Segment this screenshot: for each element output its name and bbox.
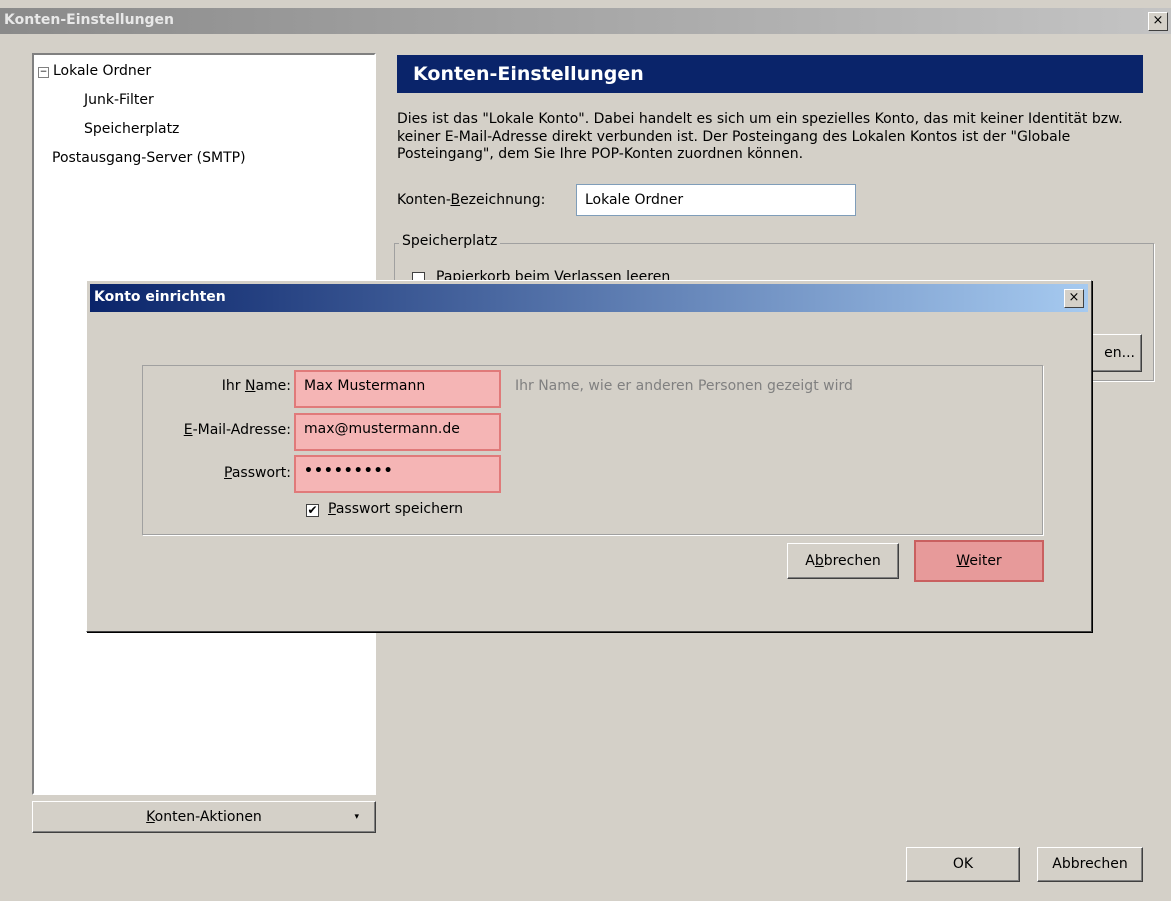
window-close-button[interactable]: × (1148, 12, 1168, 31)
dialog-close-button[interactable]: × (1064, 289, 1084, 308)
name-field[interactable]: Max Mustermann (294, 370, 501, 408)
tree-item-speicherplatz[interactable]: Speicherplatz (84, 121, 179, 137)
cancel-button[interactable]: Abbrechen (1037, 847, 1143, 882)
checkmark-icon: ✔ (307, 503, 318, 517)
tree-item-label: Junk-Filter (84, 92, 154, 108)
tree-item-smtp[interactable]: Postausgang-Server (SMTP) (52, 150, 246, 166)
password-label: Passwort: (224, 465, 291, 481)
ok-button[interactable]: OK (906, 847, 1020, 882)
name-hint: Ihr Name, wie er anderen Personen gezeig… (515, 378, 853, 394)
save-password-label: Passwort speichern (328, 501, 463, 517)
dialog-title: Konto einrichten (94, 289, 226, 305)
storage-legend: Speicherplatz (399, 233, 501, 249)
next-button[interactable]: Weiter (914, 540, 1044, 582)
close-icon: × (1068, 290, 1080, 305)
panel-header: Konten-Einstellungen (397, 55, 1143, 93)
email-label: E-Mail-Adresse: (183, 422, 291, 438)
close-icon: × (1152, 13, 1164, 28)
password-field[interactable]: ••••••••• (294, 455, 501, 493)
dialog-cancel-button[interactable]: Abbrechen (787, 543, 899, 579)
email-field[interactable]: max@mustermann.de (294, 413, 501, 451)
window-titlebar: Konten-Einstellungen × (0, 8, 1171, 34)
dialog-titlebar: Konto einrichten × (90, 284, 1088, 312)
account-name-input[interactable]: Lokale Ordner (576, 184, 856, 216)
save-password-checkbox[interactable]: ✔ (306, 504, 319, 517)
tree-item-label: Lokale Ordner (53, 63, 152, 79)
account-actions-button[interactable]: Konten-Aktionen ▾ (32, 801, 376, 833)
tree-item-label: Speicherplatz (84, 121, 180, 137)
panel-description: Dies ist das "Lokale Konto". Dabei hande… (397, 111, 1123, 162)
name-label: Ihr Name: (221, 378, 291, 394)
tree-item-junk-filter[interactable]: Junk-Filter (84, 92, 154, 108)
window-title: Konten-Einstellungen (4, 12, 175, 28)
dropdown-arrow-icon: ▾ (354, 812, 359, 822)
setup-dialog: Konto einrichten × Ihr Name: Max Musterm… (86, 280, 1092, 632)
collapse-icon[interactable]: − (38, 67, 49, 78)
tree-item-lokale-ordner[interactable]: − Lokale Ordner (38, 63, 151, 79)
account-name-label: Konten-Bezeichnung: (397, 192, 546, 208)
tree-item-label: Postausgang-Server (SMTP) (52, 150, 246, 166)
